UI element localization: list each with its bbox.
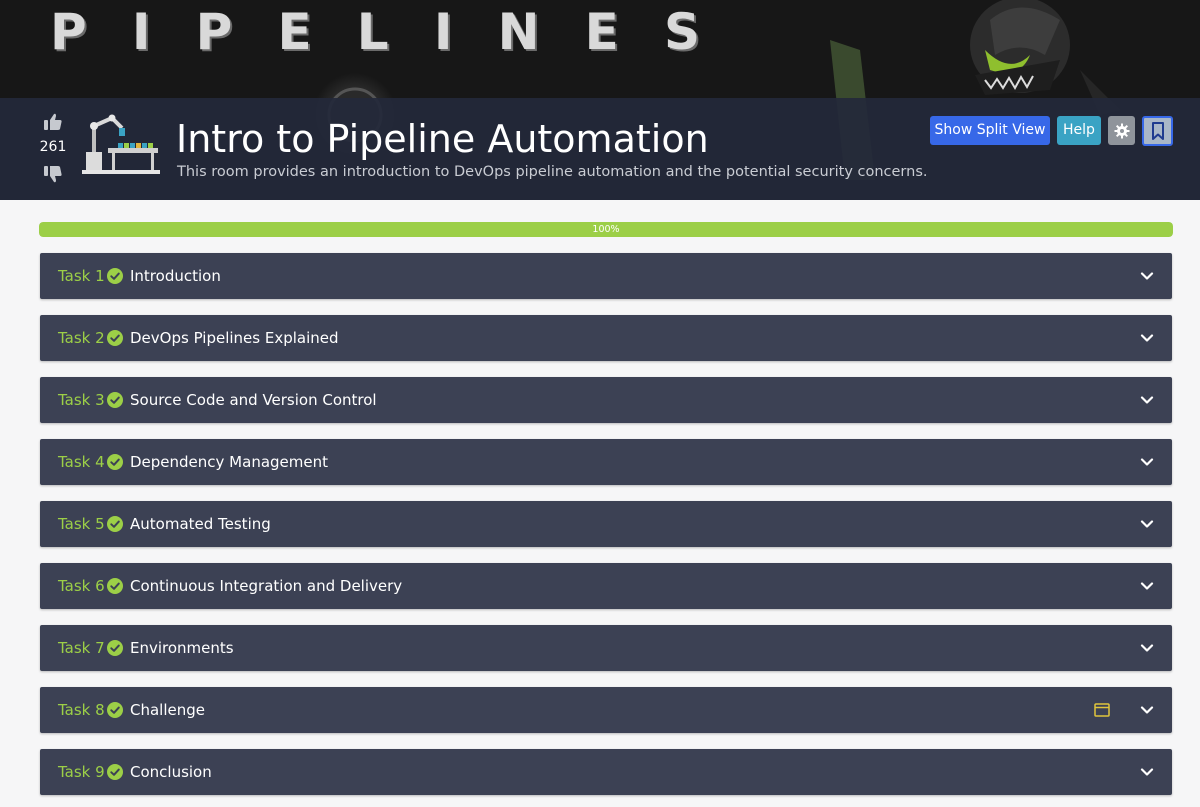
banner-letter: I bbox=[131, 3, 151, 61]
task-row[interactable]: Task 4 Dependency Management bbox=[40, 439, 1172, 485]
check-circle-icon bbox=[107, 764, 123, 780]
check-circle-icon bbox=[107, 392, 123, 408]
task-number: Task 7 bbox=[58, 639, 105, 657]
chevron-down-icon[interactable] bbox=[1140, 703, 1154, 717]
task-number: Task 5 bbox=[58, 515, 105, 533]
task-row[interactable]: Task 6 Continuous Integration and Delive… bbox=[40, 563, 1172, 609]
banner-letter: P bbox=[195, 3, 233, 61]
task-title: DevOps Pipelines Explained bbox=[130, 329, 339, 347]
gear-icon bbox=[1114, 123, 1129, 138]
chevron-down-icon[interactable] bbox=[1140, 455, 1154, 469]
room-icon bbox=[82, 114, 160, 174]
task-number: Task 1 bbox=[58, 267, 105, 285]
task-number: Task 4 bbox=[58, 453, 105, 471]
task-row[interactable]: Task 3 Source Code and Version Control bbox=[40, 377, 1172, 423]
banner-wordmark: P I P E L I N E S bbox=[50, 2, 700, 62]
vote-count: 261 bbox=[39, 139, 67, 155]
task-title: Introduction bbox=[130, 267, 221, 285]
task-row[interactable]: Task 8 Challenge bbox=[40, 687, 1172, 733]
check-circle-icon bbox=[107, 330, 123, 346]
flag-icon bbox=[1094, 703, 1110, 717]
task-number: Task 8 bbox=[58, 701, 105, 719]
room-title: Intro to Pipeline Automation bbox=[176, 117, 709, 161]
chevron-down-icon[interactable] bbox=[1140, 269, 1154, 283]
chevron-down-icon[interactable] bbox=[1140, 517, 1154, 531]
room-description: This room provides an introduction to De… bbox=[177, 164, 928, 180]
progress-label: 100% bbox=[592, 224, 620, 235]
task-title: Challenge bbox=[130, 701, 205, 719]
help-button[interactable]: Help bbox=[1057, 116, 1101, 145]
task-list: Task 1 Introduction Task 2 DevOps Pipeli… bbox=[40, 253, 1172, 807]
banner-letter: L bbox=[356, 3, 389, 61]
chevron-down-icon[interactable] bbox=[1140, 641, 1154, 655]
check-circle-icon bbox=[107, 702, 123, 718]
task-row[interactable]: Task 7 Environments bbox=[40, 625, 1172, 671]
task-row[interactable]: Task 2 DevOps Pipelines Explained bbox=[40, 315, 1172, 361]
banner-letter: I bbox=[433, 3, 453, 61]
task-row[interactable]: Task 5 Automated Testing bbox=[40, 501, 1172, 547]
vote-widget: 261 bbox=[36, 112, 70, 184]
task-number: Task 2 bbox=[58, 329, 105, 347]
task-title: Source Code and Version Control bbox=[130, 391, 377, 409]
banner-letter: P bbox=[50, 3, 87, 61]
settings-button[interactable] bbox=[1108, 116, 1135, 145]
task-row[interactable]: Task 9 Conclusion bbox=[40, 749, 1172, 795]
check-circle-icon bbox=[107, 516, 123, 532]
show-split-view-button[interactable]: Show Split View bbox=[930, 116, 1050, 145]
banner-letter: S bbox=[663, 3, 700, 61]
save-room-button[interactable] bbox=[1142, 116, 1173, 146]
check-circle-icon bbox=[107, 578, 123, 594]
bookmark-icon bbox=[1151, 122, 1164, 140]
task-row[interactable]: Task 1 Introduction bbox=[40, 253, 1172, 299]
chevron-down-icon[interactable] bbox=[1140, 331, 1154, 345]
task-title: Continuous Integration and Delivery bbox=[130, 577, 403, 595]
task-number: Task 9 bbox=[58, 763, 105, 781]
chevron-down-icon[interactable] bbox=[1140, 765, 1154, 779]
chevron-down-icon[interactable] bbox=[1140, 579, 1154, 593]
banner-letter: E bbox=[584, 3, 619, 61]
check-circle-icon bbox=[107, 268, 123, 284]
task-title: Dependency Management bbox=[130, 453, 328, 471]
task-title: Conclusion bbox=[130, 763, 212, 781]
banner-letter: E bbox=[277, 3, 312, 61]
room-progress-bar: 100% bbox=[39, 222, 1173, 237]
chevron-down-icon[interactable] bbox=[1140, 393, 1154, 407]
check-circle-icon bbox=[107, 454, 123, 470]
task-number: Task 3 bbox=[58, 391, 105, 409]
check-circle-icon bbox=[107, 640, 123, 656]
thumbs-down-icon[interactable] bbox=[43, 164, 63, 184]
banner-letter: N bbox=[497, 3, 540, 61]
thumbs-up-icon[interactable] bbox=[43, 112, 63, 132]
task-title: Automated Testing bbox=[130, 515, 271, 533]
task-title: Environments bbox=[130, 639, 234, 657]
task-number: Task 6 bbox=[58, 577, 105, 595]
